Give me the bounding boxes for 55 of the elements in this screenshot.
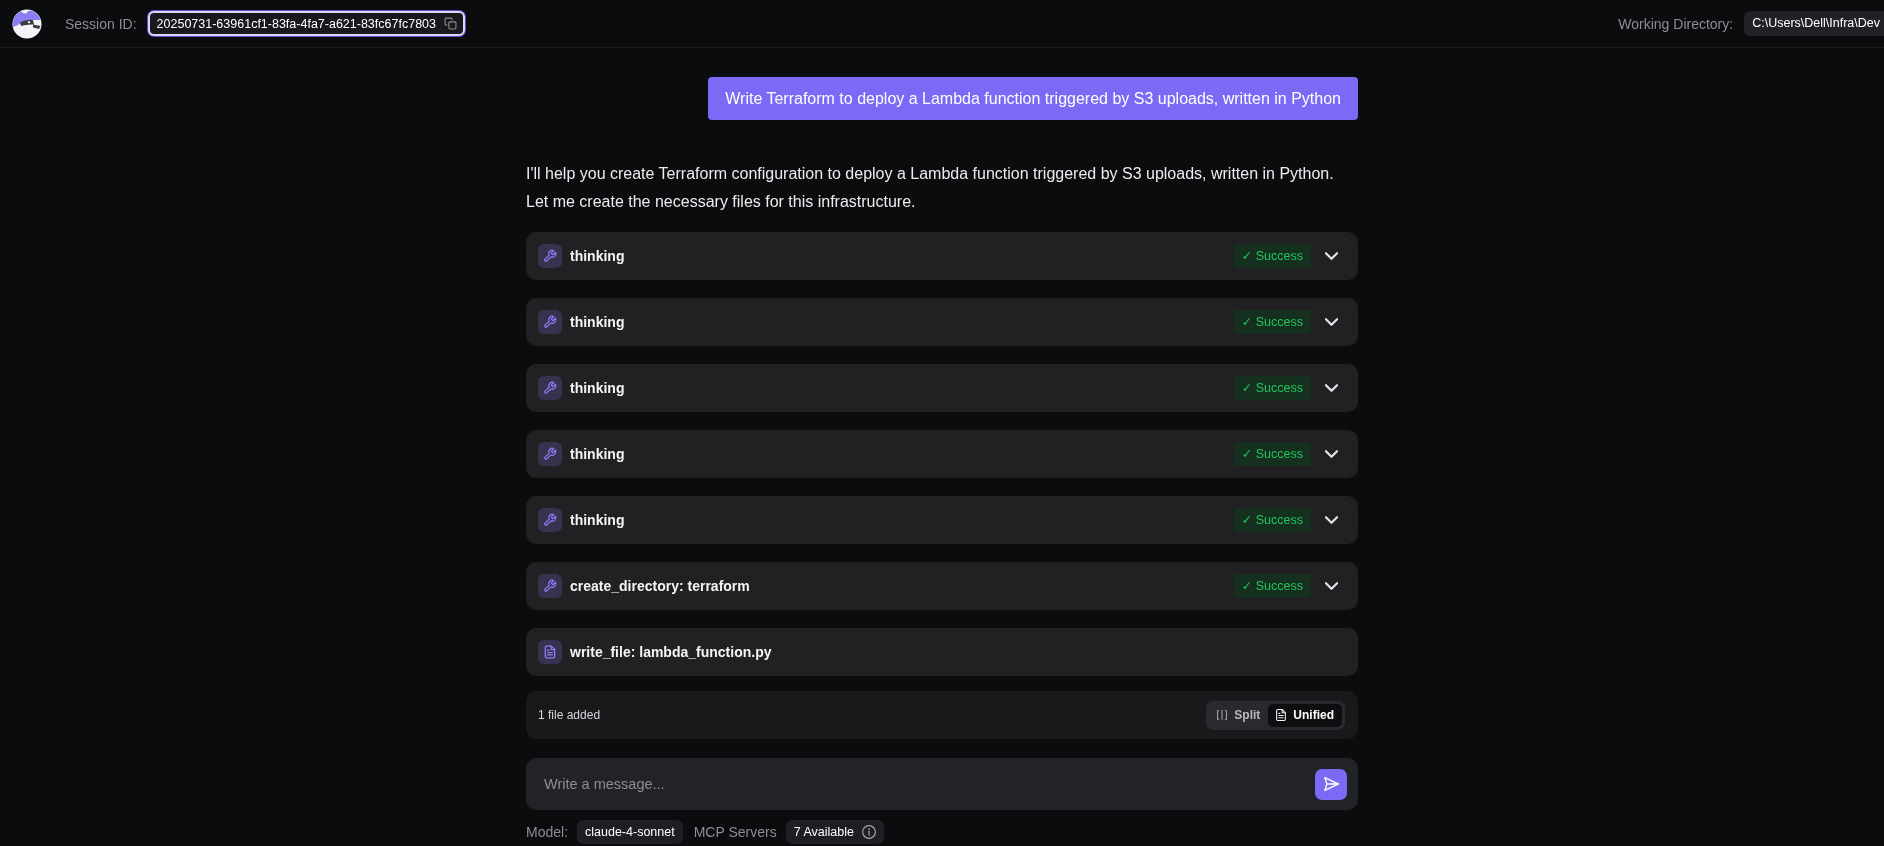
wrench-icon <box>538 508 562 532</box>
tool-call-title: thinking <box>570 248 625 264</box>
tool-call-card[interactable]: write_file: lambda_function.py <box>526 628 1358 676</box>
document-icon <box>1276 709 1287 721</box>
session-id-label: Session ID: <box>65 15 137 32</box>
model-name[interactable]: claude-4-sonnet <box>577 820 683 844</box>
tool-call-title: thinking <box>570 314 625 330</box>
view-mode-button[interactable]: Split <box>1209 703 1269 727</box>
model-label: Model: <box>526 824 569 840</box>
tool-call-title: write_file: lambda_function.py <box>570 644 772 660</box>
mcp-servers-label: MCP Servers <box>693 824 777 840</box>
chevron-down-icon[interactable] <box>1325 251 1338 261</box>
status-badge: ✓ Success <box>1233 376 1311 400</box>
wrench-icon <box>538 244 562 268</box>
tool-call-title: thinking <box>570 380 625 396</box>
user-message: Write Terraform to deploy a Lambda function triggered by S3 uploads, written in Python <box>708 77 1358 120</box>
tool-call-title: thinking <box>570 512 625 528</box>
working-directory-path: C:\Users\Dell\Infra\Dev <box>1744 11 1884 36</box>
tool-call-card[interactable]: thinking ✓ Success <box>526 496 1358 544</box>
chevron-down-icon[interactable] <box>1325 581 1338 591</box>
chevron-down-icon[interactable] <box>1325 515 1338 525</box>
mcp-servers-button[interactable]: 7 Available <box>785 820 884 844</box>
chevron-down-icon[interactable] <box>1325 317 1338 327</box>
chevron-down-icon[interactable] <box>1325 383 1338 393</box>
tool-call-card[interactable]: thinking ✓ Success <box>526 430 1358 478</box>
diff-summary: 1 file added <box>538 708 601 722</box>
tool-call-card[interactable]: thinking ✓ Success <box>526 364 1358 412</box>
working-directory-label: Working Directory: <box>1618 15 1734 32</box>
session-id: 20250731-63961cf1-83fa-4fa7-a621-83fc67fc7803 <box>156 16 436 31</box>
status-badge: ✓ Success <box>1233 244 1311 268</box>
tool-call-card[interactable]: create_directory: terraform ✓ Success <box>526 562 1358 610</box>
wrench-icon <box>538 574 562 598</box>
tool-call-title: create_directory: terraform <box>570 578 750 594</box>
assistant-message: I'll help you create Terraform configuration to deploy a Lambda function triggered by S3 uploads, written in Python. Let me create the necessary files for this infrastructure. <box>526 164 1335 212</box>
status-badge: ✓ Success <box>1233 442 1311 466</box>
copy-icon[interactable] <box>444 17 457 30</box>
tool-call-card[interactable]: thinking ✓ Success <box>526 298 1358 346</box>
columns-icon <box>1217 710 1228 720</box>
view-mode-button[interactable]: Unified <box>1268 703 1342 727</box>
send-icon <box>1323 777 1339 791</box>
wrench-icon <box>538 376 562 400</box>
status-badge: ✓ Success <box>1233 574 1311 598</box>
logo-icon <box>12 8 42 39</box>
chevron-down-icon[interactable] <box>1325 449 1338 459</box>
composer-panel[interactable]: Write a message... <box>526 758 1358 810</box>
wrench-icon <box>538 442 562 466</box>
tool-call-card[interactable]: thinking ✓ Success <box>526 232 1358 280</box>
status-badge: ✓ Success <box>1233 508 1311 532</box>
info-icon[interactable] <box>861 825 876 839</box>
tool-call-title: thinking <box>570 446 625 462</box>
wrench-icon <box>538 310 562 334</box>
send-button[interactable] <box>1315 768 1347 800</box>
document-icon <box>538 640 562 664</box>
status-badge: ✓ Success <box>1233 310 1311 334</box>
message-input[interactable]: Write a message... <box>534 766 1307 802</box>
